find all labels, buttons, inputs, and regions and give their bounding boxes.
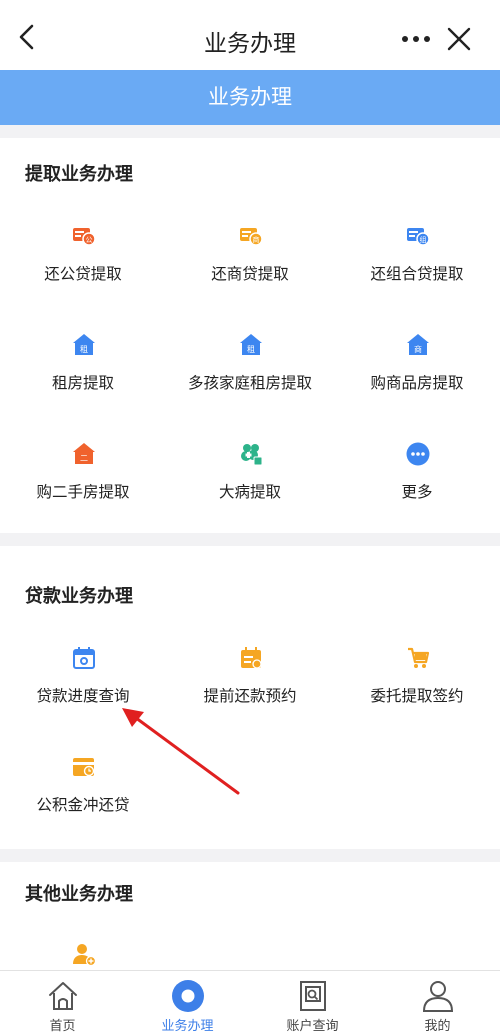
withdraw-section: 提取业务办理 公 还公贷提取 商 还商贷提取 组 还组合贷提取 租 租房提取 租…: [0, 138, 500, 533]
svg-text:商: 商: [253, 235, 260, 244]
tab-home[interactable]: 首页: [0, 971, 125, 1035]
grid-item-entrust-sign[interactable]: 委托提取签约: [334, 646, 500, 736]
grid-item-repay-combo-loan[interactable]: 组 还组合贷提取: [334, 224, 500, 314]
grid-item-label: 购二手房提取: [36, 483, 130, 501]
grid-item-label: 多孩家庭租房提取: [187, 374, 312, 392]
grid-item-label: 更多: [401, 483, 433, 501]
house-secondhand-icon: 二: [73, 443, 95, 464]
house-commercial-icon: 商: [407, 334, 429, 355]
annotation-arrow: [122, 708, 240, 795]
tab-business[interactable]: 业务办理: [125, 971, 250, 1035]
other-section: 其他业务办理: [0, 862, 500, 970]
section-title: 提取业务办理: [25, 164, 133, 185]
tab-label: 业务办理: [161, 1019, 214, 1034]
grid-item-label: 购商品房提取: [370, 374, 464, 392]
more-dots-icon[interactable]: [398, 22, 434, 52]
bottom-tab-bar: 首页 业务办理 账户查询 我的: [0, 970, 500, 1035]
close-icon[interactable]: [444, 24, 474, 54]
cart-sign-icon: [408, 647, 430, 668]
svg-text:公: 公: [86, 236, 93, 244]
svg-text:租: 租: [247, 345, 255, 354]
house-rent-icon: 租: [73, 334, 95, 355]
grid-item-label: 委托提取签约: [370, 687, 464, 705]
top-nav-bar: 业务办理: [0, 0, 500, 70]
svg-text:组: 组: [420, 235, 427, 244]
tab-account-query[interactable]: 账户查询: [250, 971, 375, 1035]
card-public-icon: 公: [73, 228, 96, 246]
tab-label: 我的: [424, 1019, 451, 1034]
account-query-icon: [300, 981, 326, 1011]
loan-section: 贷款业务办理 贷款进度查询 提前还款预约 委托提取签约 公积金冲还贷: [0, 546, 500, 849]
profile-icon: [422, 981, 454, 1012]
grid-item-buy-secondhand-house[interactable]: 二 购二手房提取: [0, 442, 166, 532]
grid-item-rent-withdraw[interactable]: 租 租房提取: [0, 333, 166, 423]
grid-item-label: 还商贷提取: [211, 265, 289, 283]
card-combo-icon: 组: [407, 228, 430, 246]
grid-item-label: 提前还款预约: [203, 687, 297, 705]
calendar-repay-icon: [241, 647, 262, 669]
grid-item-label: 还公贷提取: [44, 265, 122, 283]
card-commercial-icon: 商: [240, 228, 263, 246]
grid-item-serious-illness[interactable]: 大病提取: [167, 442, 333, 532]
tab-label: 账户查询: [286, 1019, 339, 1034]
svg-text:商: 商: [414, 344, 422, 354]
grid-item-label: 还组合贷提取: [370, 265, 464, 283]
user-add-icon: [73, 944, 96, 966]
grid-item-buy-commercial-house[interactable]: 商 购商品房提取: [334, 333, 500, 423]
page-banner: 业务办理: [0, 70, 500, 125]
grid-item-other[interactable]: [0, 942, 166, 970]
tab-label: 首页: [49, 1019, 76, 1034]
section-title: 其他业务办理: [25, 884, 133, 905]
business-circle-icon: [172, 980, 204, 1012]
svg-text:二: 二: [80, 454, 88, 463]
grid-item-repay-public-loan[interactable]: 公 还公贷提取: [0, 224, 166, 314]
grid-item-repay-commercial-loan[interactable]: 商 还商贷提取: [167, 224, 333, 314]
svg-text:租: 租: [80, 345, 88, 354]
medical-icon: [241, 444, 263, 466]
house-rent-icon: 租: [240, 334, 262, 355]
grid-item-label: 贷款进度查询: [36, 687, 130, 705]
home-icon: [49, 982, 77, 1010]
tab-mine[interactable]: 我的: [375, 971, 500, 1035]
grid-item-more[interactable]: 更多: [334, 442, 500, 532]
grid-item-label: 大病提取: [218, 483, 281, 501]
more-circle-icon: [406, 442, 430, 466]
grid-item-label: 租房提取: [51, 374, 114, 392]
calendar-progress-icon: [73, 647, 95, 669]
grid-item-multi-child-rent[interactable]: 租 多孩家庭租房提取: [167, 333, 333, 423]
card-clock-icon: [73, 758, 95, 777]
section-title: 贷款业务办理: [25, 586, 133, 607]
